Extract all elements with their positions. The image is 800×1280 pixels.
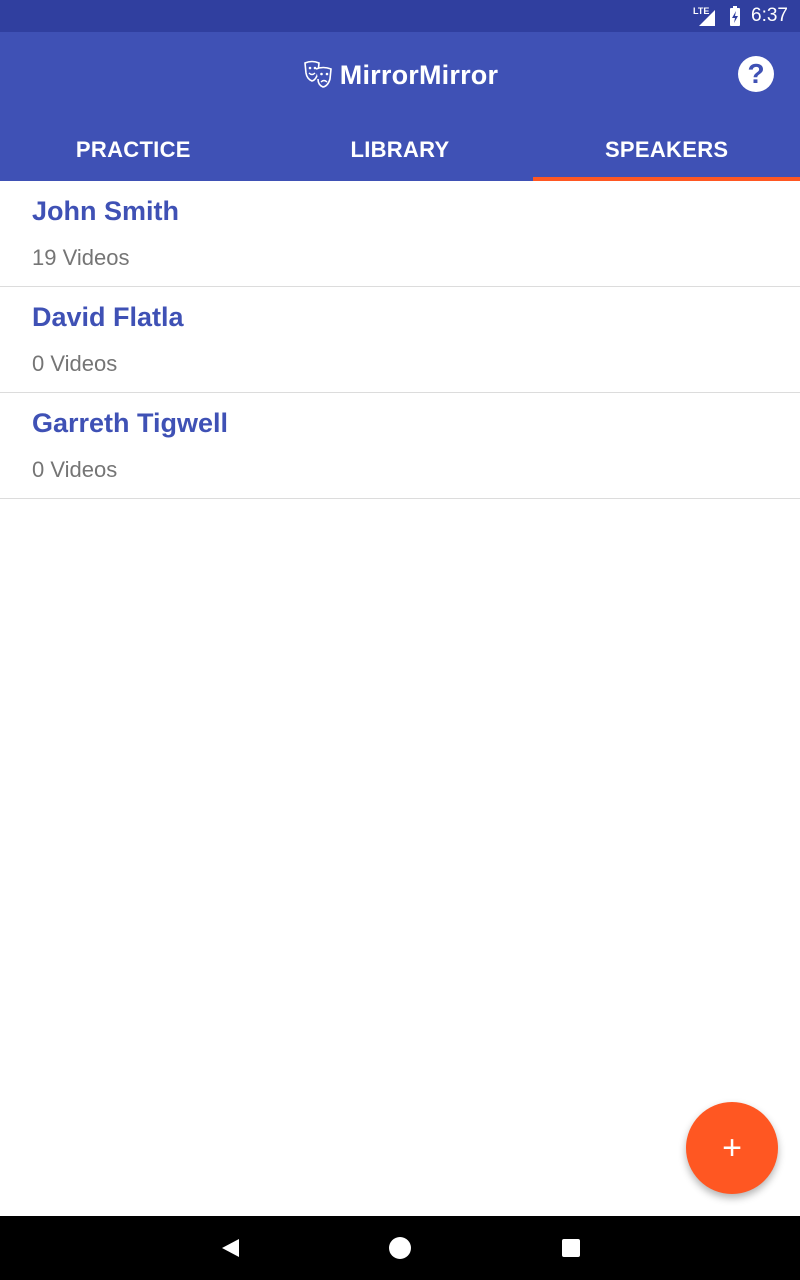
tab-bar: PRACTICE LIBRARY SPEAKERS bbox=[0, 118, 800, 181]
back-triangle-icon bbox=[222, 1239, 239, 1257]
tab-label: PRACTICE bbox=[75, 136, 191, 162]
tab-label: LIBRARY bbox=[350, 136, 450, 162]
system-nav-bar bbox=[0, 1216, 800, 1280]
tab-practice[interactable]: PRACTICE bbox=[0, 118, 267, 181]
list-item[interactable]: John Smith 19 Videos bbox=[0, 181, 800, 287]
recents-button[interactable] bbox=[559, 1236, 583, 1260]
list-item[interactable]: Garreth Tigwell 0 Videos bbox=[0, 393, 800, 499]
title-row: MirrorMirror bbox=[0, 32, 800, 118]
app-title: MirrorMirror bbox=[339, 59, 499, 90]
app-bar: MirrorMirror ? PRACTICE LIBRARY SPEAKERS bbox=[0, 32, 800, 181]
tab-label: SPEAKERS bbox=[604, 136, 729, 162]
tab-library[interactable]: LIBRARY bbox=[267, 118, 534, 181]
theater-masks-icon bbox=[302, 57, 334, 94]
list-item[interactable]: David Flatla 0 Videos bbox=[0, 287, 800, 393]
home-button[interactable] bbox=[388, 1236, 412, 1260]
home-circle-icon bbox=[389, 1237, 411, 1259]
speaker-name: Garreth Tigwell bbox=[32, 408, 229, 438]
video-count: 0 Videos bbox=[32, 351, 118, 376]
app-title-group: MirrorMirror bbox=[302, 57, 498, 94]
add-speaker-button[interactable]: + bbox=[686, 1102, 778, 1194]
speaker-list: John Smith 19 Videos David Flatla 0 Vide… bbox=[0, 181, 800, 499]
status-bar: LTE 6:37 bbox=[0, 0, 800, 32]
tab-speakers[interactable]: SPEAKERS bbox=[533, 118, 800, 181]
speaker-name: David Flatla bbox=[32, 302, 184, 332]
recents-square-icon bbox=[562, 1239, 580, 1257]
help-icon: ? bbox=[747, 58, 765, 89]
speaker-name: John Smith bbox=[32, 196, 179, 226]
back-button[interactable] bbox=[218, 1236, 242, 1260]
video-count: 0 Videos bbox=[32, 457, 118, 482]
network-type-label: LTE bbox=[693, 6, 709, 16]
battery-charging-icon bbox=[729, 5, 741, 27]
video-count: 19 Videos bbox=[32, 245, 130, 270]
plus-icon: + bbox=[722, 1129, 742, 1167]
help-button[interactable]: ? bbox=[738, 56, 774, 92]
status-time: 6:37 bbox=[751, 5, 788, 26]
signal-icon: LTE bbox=[693, 5, 719, 27]
